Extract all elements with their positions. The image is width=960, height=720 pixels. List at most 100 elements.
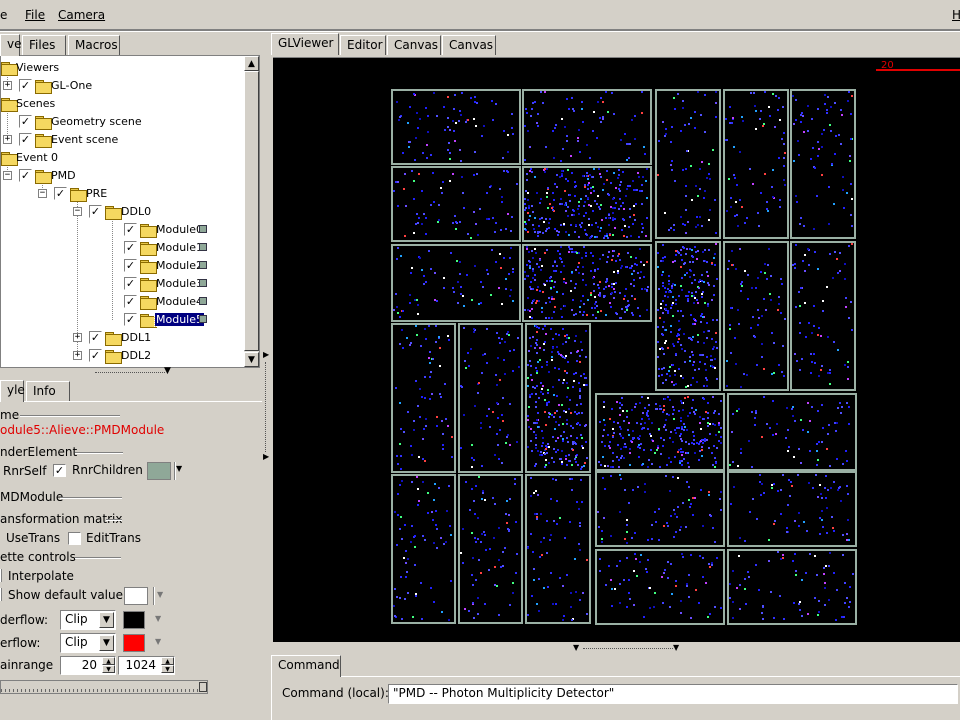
use-trans-label[interactable]: UseTrans	[6, 531, 60, 545]
color-dropdown-icon[interactable]: ▼	[155, 637, 161, 646]
tree-item-pre[interactable]: PRE	[86, 187, 107, 200]
checkbox[interactable]: ✓	[124, 277, 137, 290]
tree-item-geometry-scene[interactable]: Geometry scene	[51, 115, 142, 128]
tree-item-event-scene[interactable]: Event scene	[51, 133, 118, 146]
hit-dot	[562, 619, 564, 621]
checkbox[interactable]: ✓	[89, 205, 102, 218]
checkbox-edge[interactable]	[0, 588, 2, 601]
expand-plus-icon[interactable]: +	[3, 135, 12, 144]
main-color-swatch[interactable]	[147, 462, 171, 480]
tab-eve[interactable]: ve	[0, 34, 21, 56]
tree-item-event-0[interactable]: Event 0	[16, 151, 58, 164]
tab-macros[interactable]: Macros	[68, 35, 120, 55]
tree-item-pmd[interactable]: PMD	[51, 169, 76, 182]
color-dropdown-icon[interactable]: ▼	[176, 464, 182, 473]
hit-dot	[642, 176, 644, 178]
tab-glviewer[interactable]: GLViewer	[271, 33, 339, 55]
command-input[interactable]: "PMD -- Photon Multiplicity Detector"	[388, 684, 958, 704]
overflow-dropdown-button[interactable]: ▼	[99, 635, 114, 651]
checkbox[interactable]: ✓	[124, 259, 137, 272]
left-splitter[interactable]: ▼	[0, 366, 262, 377]
rnr-self-label[interactable]: RnrSelf	[3, 464, 46, 478]
slider-handle[interactable]	[199, 682, 207, 692]
hit-dot	[708, 249, 710, 251]
scroll-thumb[interactable]	[244, 71, 259, 351]
hit-dot	[757, 309, 759, 311]
checkbox[interactable]: ✓	[124, 313, 137, 326]
hit-dot	[562, 343, 564, 345]
tab-editor[interactable]: Editor	[340, 35, 386, 55]
tree-item-module2[interactable]: Module2	[156, 259, 203, 272]
collapse-minus-icon[interactable]: −	[3, 171, 12, 180]
checkbox[interactable]: ✓	[124, 295, 137, 308]
tree-item-module5[interactable]: Module5	[154, 312, 205, 327]
tree-item-gl-one[interactable]: GL-One	[51, 79, 92, 92]
color-dropdown-icon[interactable]: ▼	[155, 614, 161, 623]
tab-canvas-2[interactable]: Canvas	[442, 35, 496, 55]
collapse-minus-icon[interactable]: −	[38, 189, 47, 198]
tree-panel[interactable]: Viewers + ✓ GL-One Scenes ✓ Geometry sce…	[0, 55, 260, 368]
menu-camera[interactable]: Camera	[58, 8, 105, 22]
range-max-down[interactable]: ▼	[161, 665, 174, 673]
checkbox[interactable]: ✓	[19, 79, 32, 92]
range-slider[interactable]	[0, 680, 208, 694]
range-max-up[interactable]: ▲	[161, 657, 174, 665]
edit-trans-label[interactable]: EditTrans	[86, 531, 141, 545]
scroll-down-button[interactable]: ▼	[244, 352, 259, 367]
menu-file[interactable]: File	[25, 8, 45, 22]
checkbox[interactable]: ✓	[19, 133, 32, 146]
tree-item-module3[interactable]: Module3	[156, 277, 203, 290]
checkbox-edge[interactable]	[0, 569, 2, 582]
rnr-children-label[interactable]: RnrChildren	[72, 463, 143, 477]
scroll-up-button[interactable]: ▲	[244, 56, 259, 71]
hit-dot	[694, 497, 696, 499]
checkbox[interactable]: ✓	[19, 115, 32, 128]
tab-canvas-1[interactable]: Canvas	[387, 35, 441, 55]
checkbox[interactable]: ✓	[124, 241, 137, 254]
overflow-color-swatch[interactable]	[123, 634, 145, 652]
tree-item-viewers[interactable]: Viewers	[16, 61, 59, 74]
gl-viewer[interactable]: 20	[273, 57, 960, 642]
tree-item-ddl2[interactable]: DDL2	[121, 349, 151, 362]
checkbox[interactable]: ✓	[89, 331, 102, 344]
checkbox[interactable]: ✓	[124, 223, 137, 236]
expand-plus-icon[interactable]: +	[73, 333, 82, 342]
hit-dot	[461, 386, 463, 388]
menu-help[interactable]: H	[952, 8, 960, 22]
range-min-down[interactable]: ▼	[102, 665, 115, 673]
underflow-dropdown-button[interactable]: ▼	[99, 612, 114, 628]
tree-item-ddl1[interactable]: DDL1	[121, 331, 151, 344]
tab-style[interactable]: yle	[0, 380, 25, 402]
vertical-splitter[interactable]: ▶ ▶	[262, 32, 270, 720]
checkbox[interactable]: ✓	[19, 169, 32, 182]
default-color-swatch[interactable]	[124, 587, 148, 605]
tree-item-module1[interactable]: Module1	[156, 241, 203, 254]
checkbox[interactable]: ✓	[89, 349, 102, 362]
hit-dot	[662, 445, 664, 447]
tab-info[interactable]: Info	[26, 381, 70, 401]
range-min-up[interactable]: ▲	[102, 657, 115, 665]
expand-plus-icon[interactable]: +	[73, 351, 82, 360]
menu-edit[interactable]: e	[0, 8, 7, 22]
tab-command[interactable]: Command	[271, 655, 341, 677]
expand-plus-icon[interactable]: +	[3, 81, 12, 90]
underflow-color-swatch[interactable]	[123, 611, 145, 629]
checkbox[interactable]: ✓	[54, 187, 67, 200]
tree-item-module4[interactable]: Module4	[156, 295, 203, 308]
tree-item-module0[interactable]: Module0	[156, 223, 203, 236]
interpolate-label[interactable]: Interpolate	[8, 569, 74, 583]
rnr-children-checkbox[interactable]: ✓	[53, 464, 66, 477]
edit-trans-checkbox[interactable]	[68, 532, 81, 545]
bottom-splitter[interactable]: ▼ ▼	[273, 643, 960, 653]
tab-files[interactable]: Files	[22, 35, 66, 55]
hit-dot	[697, 250, 699, 252]
collapse-minus-icon[interactable]: −	[73, 207, 82, 216]
tree-scrollbar[interactable]: ▲ ▼	[244, 56, 259, 367]
hit-dot	[606, 278, 608, 280]
tree-item-ddl0[interactable]: DDL0	[121, 205, 151, 218]
hit-dot	[602, 456, 604, 458]
tree-item-scenes[interactable]: Scenes	[16, 97, 55, 110]
color-dropdown-icon[interactable]: ▼	[157, 590, 163, 599]
hit-dot	[624, 295, 626, 297]
show-default-label[interactable]: Show default value	[8, 588, 123, 602]
